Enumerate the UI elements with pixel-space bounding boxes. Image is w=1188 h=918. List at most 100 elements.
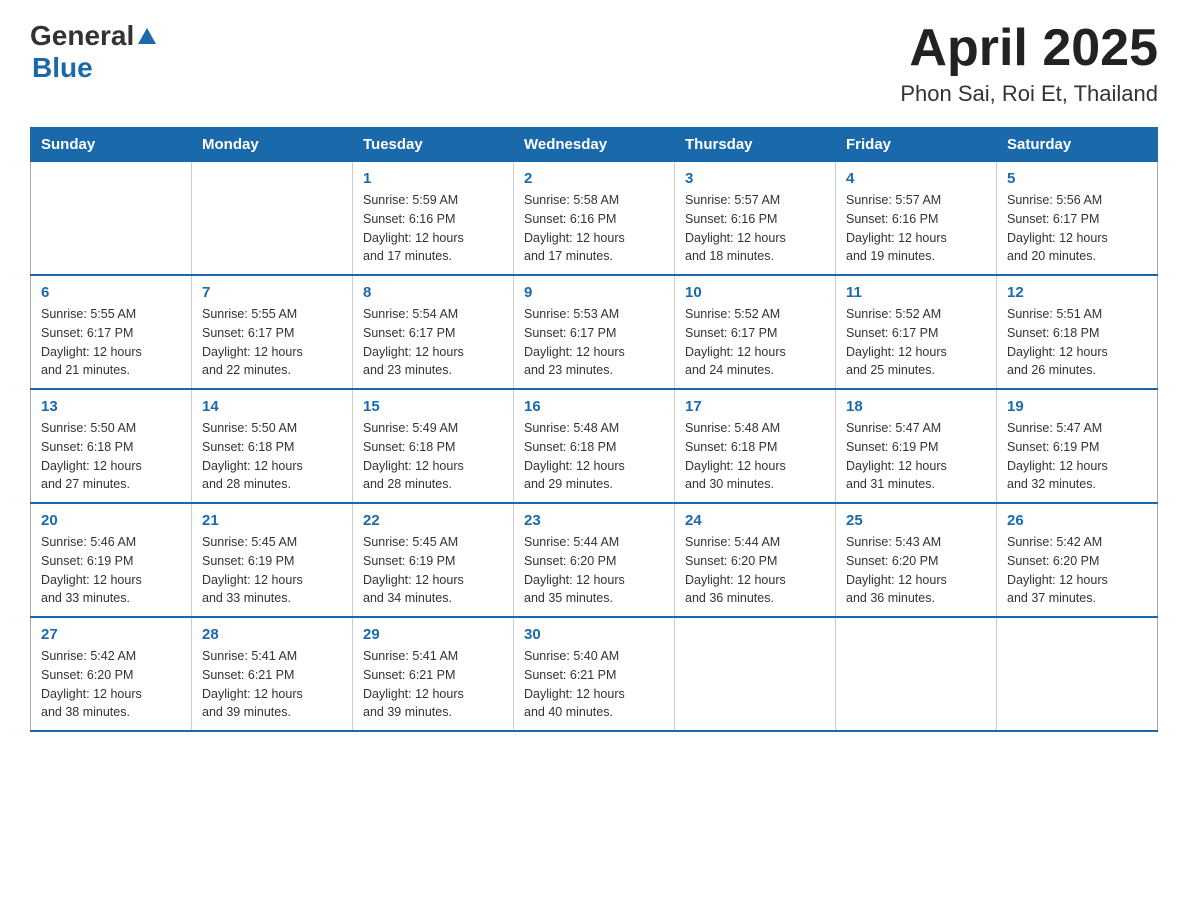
day-info: Sunrise: 5:53 AM Sunset: 6:17 PM Dayligh… — [524, 305, 664, 380]
day-info: Sunrise: 5:50 AM Sunset: 6:18 PM Dayligh… — [202, 419, 342, 494]
calendar-cell: 1 Sunrise: 5:59 AM Sunset: 6:16 PM Daylig… — [353, 162, 514, 276]
calendar-table: SundayMondayTuesdayWednesdayThursdayFrid… — [30, 127, 1158, 732]
day-number: 12 — [1007, 284, 1147, 301]
day-number: 28 — [202, 626, 342, 643]
day-number: 20 — [41, 512, 181, 529]
calendar-cell: 12Sunrise: 5:51 AM Sunset: 6:18 PM Dayli… — [997, 275, 1158, 389]
day-info: Sunrise: 5:41 AM Sunset: 6:21 PM Dayligh… — [363, 647, 503, 722]
calendar-cell: 29 Sunrise: 5:41 AM Sunset: 6:21 PM Dayli… — [353, 617, 514, 731]
calendar-week-row: 27 Sunrise: 5:42 AM Sunset: 6:20 PM Dayli… — [31, 617, 1158, 731]
calendar-cell: 30Sunrise: 5:40 AM Sunset: 6:21 PM Dayli… — [514, 617, 675, 731]
weekday-header-friday: Friday — [836, 128, 997, 162]
logo-blue: Blue — [32, 52, 158, 84]
weekday-header-saturday: Saturday — [997, 128, 1158, 162]
day-number: 2 — [524, 170, 664, 187]
day-info: Sunrise: 5:52 AM Sunset: 6:17 PM Dayligh… — [685, 305, 825, 380]
calendar-cell: 19 Sunrise: 5:47 AM Sunset: 6:19 PM Dayli… — [997, 389, 1158, 503]
title-block: April 2025 Phon Sai, Roi Et, Thailand — [900, 20, 1158, 107]
day-info: Sunrise: 5:46 AM Sunset: 6:19 PM Dayligh… — [41, 533, 181, 608]
calendar-cell: 16 Sunrise: 5:48 AM Sunset: 6:18 PM Dayli… — [514, 389, 675, 503]
day-info: Sunrise: 5:54 AM Sunset: 6:17 PM Dayligh… — [363, 305, 503, 380]
calendar-cell: 24Sunrise: 5:44 AM Sunset: 6:20 PM Dayli… — [675, 503, 836, 617]
day-number: 21 — [202, 512, 342, 529]
day-info: Sunrise: 5:58 AM Sunset: 6:16 PM Dayligh… — [524, 191, 664, 266]
day-number: 8 — [363, 284, 503, 301]
weekday-header-wednesday: Wednesday — [514, 128, 675, 162]
calendar-week-row: 20 Sunrise: 5:46 AM Sunset: 6:19 PM Dayli… — [31, 503, 1158, 617]
logo-general: General — [30, 20, 134, 52]
calendar-cell — [997, 617, 1158, 731]
calendar-location: Phon Sai, Roi Et, Thailand — [900, 81, 1158, 107]
day-number: 15 — [363, 398, 503, 415]
calendar-cell: 13 Sunrise: 5:50 AM Sunset: 6:18 PM Dayli… — [31, 389, 192, 503]
day-number: 24 — [685, 512, 825, 529]
calendar-cell: 17 Sunrise: 5:48 AM Sunset: 6:18 PM Dayli… — [675, 389, 836, 503]
weekday-header-sunday: Sunday — [31, 128, 192, 162]
weekday-header-monday: Monday — [192, 128, 353, 162]
day-info: Sunrise: 5:55 AM Sunset: 6:17 PM Dayligh… — [202, 305, 342, 380]
calendar-cell: 9 Sunrise: 5:53 AM Sunset: 6:17 PM Daylig… — [514, 275, 675, 389]
day-number: 4 — [846, 170, 986, 187]
day-number: 17 — [685, 398, 825, 415]
day-info: Sunrise: 5:45 AM Sunset: 6:19 PM Dayligh… — [202, 533, 342, 608]
calendar-cell — [192, 162, 353, 276]
calendar-cell: 6Sunrise: 5:55 AM Sunset: 6:17 PM Daylig… — [31, 275, 192, 389]
calendar-cell: 11 Sunrise: 5:52 AM Sunset: 6:17 PM Dayli… — [836, 275, 997, 389]
calendar-cell — [675, 617, 836, 731]
day-number: 11 — [846, 284, 986, 301]
calendar-cell: 18Sunrise: 5:47 AM Sunset: 6:19 PM Dayli… — [836, 389, 997, 503]
day-number: 26 — [1007, 512, 1147, 529]
calendar-cell: 28Sunrise: 5:41 AM Sunset: 6:21 PM Dayli… — [192, 617, 353, 731]
day-info: Sunrise: 5:52 AM Sunset: 6:17 PM Dayligh… — [846, 305, 986, 380]
calendar-cell — [836, 617, 997, 731]
day-number: 25 — [846, 512, 986, 529]
calendar-cell: 14Sunrise: 5:50 AM Sunset: 6:18 PM Dayli… — [192, 389, 353, 503]
day-info: Sunrise: 5:47 AM Sunset: 6:19 PM Dayligh… — [1007, 419, 1147, 494]
calendar-cell — [31, 162, 192, 276]
calendar-cell: 8 Sunrise: 5:54 AM Sunset: 6:17 PM Daylig… — [353, 275, 514, 389]
day-info: Sunrise: 5:40 AM Sunset: 6:21 PM Dayligh… — [524, 647, 664, 722]
day-info: Sunrise: 5:55 AM Sunset: 6:17 PM Dayligh… — [41, 305, 181, 380]
calendar-week-row: 1 Sunrise: 5:59 AM Sunset: 6:16 PM Daylig… — [31, 162, 1158, 276]
day-number: 22 — [363, 512, 503, 529]
calendar-cell: 27 Sunrise: 5:42 AM Sunset: 6:20 PM Dayli… — [31, 617, 192, 731]
day-number: 3 — [685, 170, 825, 187]
day-number: 1 — [363, 170, 503, 187]
calendar-cell: 4Sunrise: 5:57 AM Sunset: 6:16 PM Daylig… — [836, 162, 997, 276]
day-number: 13 — [41, 398, 181, 415]
weekday-header-thursday: Thursday — [675, 128, 836, 162]
calendar-cell: 7 Sunrise: 5:55 AM Sunset: 6:17 PM Daylig… — [192, 275, 353, 389]
day-info: Sunrise: 5:42 AM Sunset: 6:20 PM Dayligh… — [41, 647, 181, 722]
day-info: Sunrise: 5:44 AM Sunset: 6:20 PM Dayligh… — [524, 533, 664, 608]
day-number: 23 — [524, 512, 664, 529]
day-number: 19 — [1007, 398, 1147, 415]
calendar-header-row: SundayMondayTuesdayWednesdayThursdayFrid… — [31, 128, 1158, 162]
day-info: Sunrise: 5:48 AM Sunset: 6:18 PM Dayligh… — [524, 419, 664, 494]
day-info: Sunrise: 5:50 AM Sunset: 6:18 PM Dayligh… — [41, 419, 181, 494]
day-info: Sunrise: 5:43 AM Sunset: 6:20 PM Dayligh… — [846, 533, 986, 608]
calendar-cell: 22Sunrise: 5:45 AM Sunset: 6:19 PM Dayli… — [353, 503, 514, 617]
page-header: General Blue April 2025 Phon Sai, Roi Et… — [30, 20, 1158, 107]
calendar-cell: 5 Sunrise: 5:56 AM Sunset: 6:17 PM Daylig… — [997, 162, 1158, 276]
calendar-cell: 15 Sunrise: 5:49 AM Sunset: 6:18 PM Dayli… — [353, 389, 514, 503]
calendar-cell: 20 Sunrise: 5:46 AM Sunset: 6:19 PM Dayli… — [31, 503, 192, 617]
day-number: 16 — [524, 398, 664, 415]
logo: General Blue — [30, 20, 158, 84]
day-number: 9 — [524, 284, 664, 301]
day-number: 7 — [202, 284, 342, 301]
day-number: 29 — [363, 626, 503, 643]
day-number: 5 — [1007, 170, 1147, 187]
weekday-header-tuesday: Tuesday — [353, 128, 514, 162]
calendar-cell: 2 Sunrise: 5:58 AM Sunset: 6:16 PM Daylig… — [514, 162, 675, 276]
day-number: 27 — [41, 626, 181, 643]
calendar-cell: 26Sunrise: 5:42 AM Sunset: 6:20 PM Dayli… — [997, 503, 1158, 617]
calendar-cell: 23 Sunrise: 5:44 AM Sunset: 6:20 PM Dayli… — [514, 503, 675, 617]
day-info: Sunrise: 5:47 AM Sunset: 6:19 PM Dayligh… — [846, 419, 986, 494]
day-info: Sunrise: 5:49 AM Sunset: 6:18 PM Dayligh… — [363, 419, 503, 494]
day-info: Sunrise: 5:48 AM Sunset: 6:18 PM Dayligh… — [685, 419, 825, 494]
day-info: Sunrise: 5:56 AM Sunset: 6:17 PM Dayligh… — [1007, 191, 1147, 266]
day-info: Sunrise: 5:59 AM Sunset: 6:16 PM Dayligh… — [363, 191, 503, 266]
calendar-cell: 3Sunrise: 5:57 AM Sunset: 6:16 PM Daylig… — [675, 162, 836, 276]
day-number: 10 — [685, 284, 825, 301]
logo-arrow-icon — [136, 26, 158, 48]
